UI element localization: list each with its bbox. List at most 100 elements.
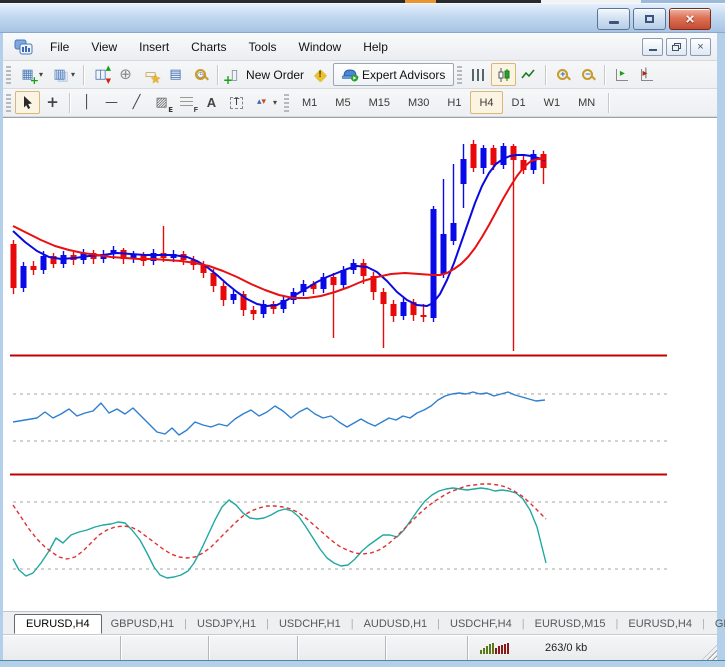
timeframe-w1-button[interactable]: W1 bbox=[535, 91, 570, 114]
chart-shift-button[interactable]: ▸▏ bbox=[634, 63, 659, 86]
mdi-minimize-icon bbox=[649, 49, 657, 51]
window-controls: × bbox=[597, 8, 711, 30]
timeframe-h1-button[interactable]: H1 bbox=[438, 91, 470, 114]
menu-insert[interactable]: Insert bbox=[128, 35, 180, 59]
status-cell-4 bbox=[386, 636, 468, 661]
bar-chart-button[interactable] bbox=[466, 63, 491, 86]
chart-tab-bar: EURUSD,H4GBPUSD,H1|USDJPY,H1|USDCHF,H1|A… bbox=[3, 611, 717, 635]
candle-chart-icon bbox=[495, 67, 512, 83]
timeframe-buttons: M1M5M15M30H1H4D1W1MN bbox=[293, 91, 604, 114]
trend-line-button[interactable]: ╱ bbox=[124, 91, 149, 114]
chart-tab-usdchf-h4[interactable]: USDCHF,H4 bbox=[441, 615, 521, 633]
status-bar: 263/0 kb bbox=[3, 635, 717, 660]
vertical-line-icon: │ bbox=[78, 95, 95, 111]
horizontal-line-icon: — bbox=[103, 95, 120, 111]
menu-bar: FileViewInsertChartsToolsWindowHelp × bbox=[3, 33, 717, 61]
window-minimize-button[interactable] bbox=[597, 8, 630, 30]
minimize-icon bbox=[609, 21, 619, 24]
status-cell-2 bbox=[209, 636, 298, 661]
expert-advisors-button[interactable]: Expert Advisors bbox=[333, 63, 454, 86]
navigator-button[interactable]: ▭★ bbox=[138, 63, 163, 86]
text-button[interactable]: A bbox=[199, 91, 224, 114]
drawing-buttons: + │ — ╱ ▨EFAT▴▾▾ bbox=[3, 91, 293, 114]
arrow-tools-icon: ▴▾ bbox=[253, 95, 270, 111]
mdi-restore-button[interactable] bbox=[666, 38, 687, 56]
toolbar-grip bbox=[457, 66, 462, 84]
toolbar-separator bbox=[217, 65, 218, 85]
window-close-button[interactable]: × bbox=[669, 8, 711, 30]
arrow-tools-button[interactable]: ▴▾▾ bbox=[249, 91, 281, 114]
zoom-out-icon: − bbox=[579, 67, 596, 83]
menu-items: FileViewInsertChartsToolsWindowHelp bbox=[39, 35, 399, 59]
new-chart-button[interactable]: ▦+▾ bbox=[15, 63, 47, 86]
window-bottom-border bbox=[0, 660, 725, 667]
line-chart-icon bbox=[520, 67, 537, 83]
menu-view[interactable]: View bbox=[80, 35, 128, 59]
new-order-icon: ▯+ bbox=[226, 67, 243, 83]
menu-file[interactable]: File bbox=[39, 35, 80, 59]
strategy-tester-button[interactable]: ◷ bbox=[188, 63, 213, 86]
mt4-logo-icon bbox=[11, 39, 35, 55]
toolbar-grip bbox=[284, 94, 289, 112]
chart-window[interactable] bbox=[3, 117, 717, 611]
navigator-icon: ▭★ bbox=[142, 67, 159, 83]
equidistant-channel-button[interactable]: ▨E bbox=[149, 91, 174, 114]
window-maximize-button[interactable] bbox=[633, 8, 666, 30]
auto-scroll-icon: ▸ bbox=[613, 67, 630, 83]
zoom-in-button[interactable]: + bbox=[550, 63, 575, 86]
cursor-icon bbox=[19, 95, 36, 111]
fibonacci-button[interactable]: F bbox=[174, 91, 199, 114]
dropdown-caret-icon: ▾ bbox=[39, 70, 43, 79]
text-label-button[interactable]: T bbox=[224, 91, 249, 114]
status-cell-3 bbox=[298, 636, 386, 661]
chart-tab-ge[interactable]: GE bbox=[706, 615, 725, 633]
data-window-button[interactable]: ⊕ bbox=[113, 63, 138, 86]
menu-tools[interactable]: Tools bbox=[238, 35, 288, 59]
bar-chart-icon bbox=[470, 67, 487, 83]
metaeditor-button[interactable]: ◆! bbox=[308, 63, 333, 86]
auto-scroll-button[interactable]: ▸ bbox=[609, 63, 634, 86]
timeframe-mn-button[interactable]: MN bbox=[569, 91, 604, 114]
crosshair-button[interactable]: + bbox=[40, 91, 65, 114]
resize-grip[interactable] bbox=[702, 645, 717, 660]
profiles-icon: ▥ bbox=[51, 67, 68, 83]
timeframe-m30-button[interactable]: M30 bbox=[399, 91, 438, 114]
mdi-minimize-button[interactable] bbox=[642, 38, 663, 56]
profiles-button[interactable]: ▥▾ bbox=[47, 63, 79, 86]
vertical-line-button[interactable]: │ bbox=[74, 91, 99, 114]
timeframe-m1-button[interactable]: M1 bbox=[293, 91, 326, 114]
expert-advisors-icon bbox=[342, 67, 359, 83]
chart-tab-gbpusd-h1[interactable]: GBPUSD,H1 bbox=[102, 615, 184, 633]
chart-tab-usdjpy-h1[interactable]: USDJPY,H1 bbox=[188, 615, 265, 633]
candle-chart-button[interactable] bbox=[491, 63, 516, 86]
timeframe-d1-button[interactable]: D1 bbox=[503, 91, 535, 114]
chart-tab-usdchf-h1[interactable]: USDCHF,H1 bbox=[270, 615, 350, 633]
chart-tab-eurusd-h4[interactable]: EURUSD,H4 bbox=[14, 614, 102, 634]
text-label-icon: T bbox=[228, 95, 245, 111]
new-chart-icon: ▦+ bbox=[19, 67, 36, 83]
terminal-button[interactable]: ▤ bbox=[163, 63, 188, 86]
chart-tab-audusd-h1[interactable]: AUDUSD,H1 bbox=[355, 615, 437, 633]
data-window-icon: ⊕ bbox=[117, 67, 134, 83]
zoom-out-button[interactable]: − bbox=[575, 63, 600, 86]
mdi-close-button[interactable]: × bbox=[690, 38, 711, 56]
menu-window[interactable]: Window bbox=[288, 35, 353, 59]
cursor-button[interactable] bbox=[15, 91, 40, 114]
toolbar-separator bbox=[608, 93, 609, 113]
close-icon: × bbox=[686, 11, 695, 28]
equidistant-channel-icon: ▨E bbox=[153, 95, 170, 111]
horizontal-line-button[interactable]: — bbox=[99, 91, 124, 114]
line-chart-button[interactable] bbox=[516, 63, 541, 86]
menu-help[interactable]: Help bbox=[352, 35, 399, 59]
chart-tab-eurusd-m15[interactable]: EURUSD,M15 bbox=[526, 615, 615, 633]
traffic-counter: 263/0 kb bbox=[545, 642, 587, 654]
market-watch-button[interactable]: ◫▲▼ bbox=[88, 63, 113, 86]
timeframe-h4-button[interactable]: H4 bbox=[470, 91, 502, 114]
menu-charts[interactable]: Charts bbox=[180, 35, 237, 59]
timeframe-m15-button[interactable]: M15 bbox=[360, 91, 399, 114]
timeframe-m5-button[interactable]: M5 bbox=[326, 91, 359, 114]
trend-line-icon: ╱ bbox=[128, 95, 145, 111]
new-order-button[interactable]: ▯+New Order bbox=[222, 63, 308, 86]
dropdown-caret-icon: ▾ bbox=[71, 70, 75, 79]
chart-tab-eurusd-h4[interactable]: EURUSD,H4 bbox=[619, 615, 701, 633]
